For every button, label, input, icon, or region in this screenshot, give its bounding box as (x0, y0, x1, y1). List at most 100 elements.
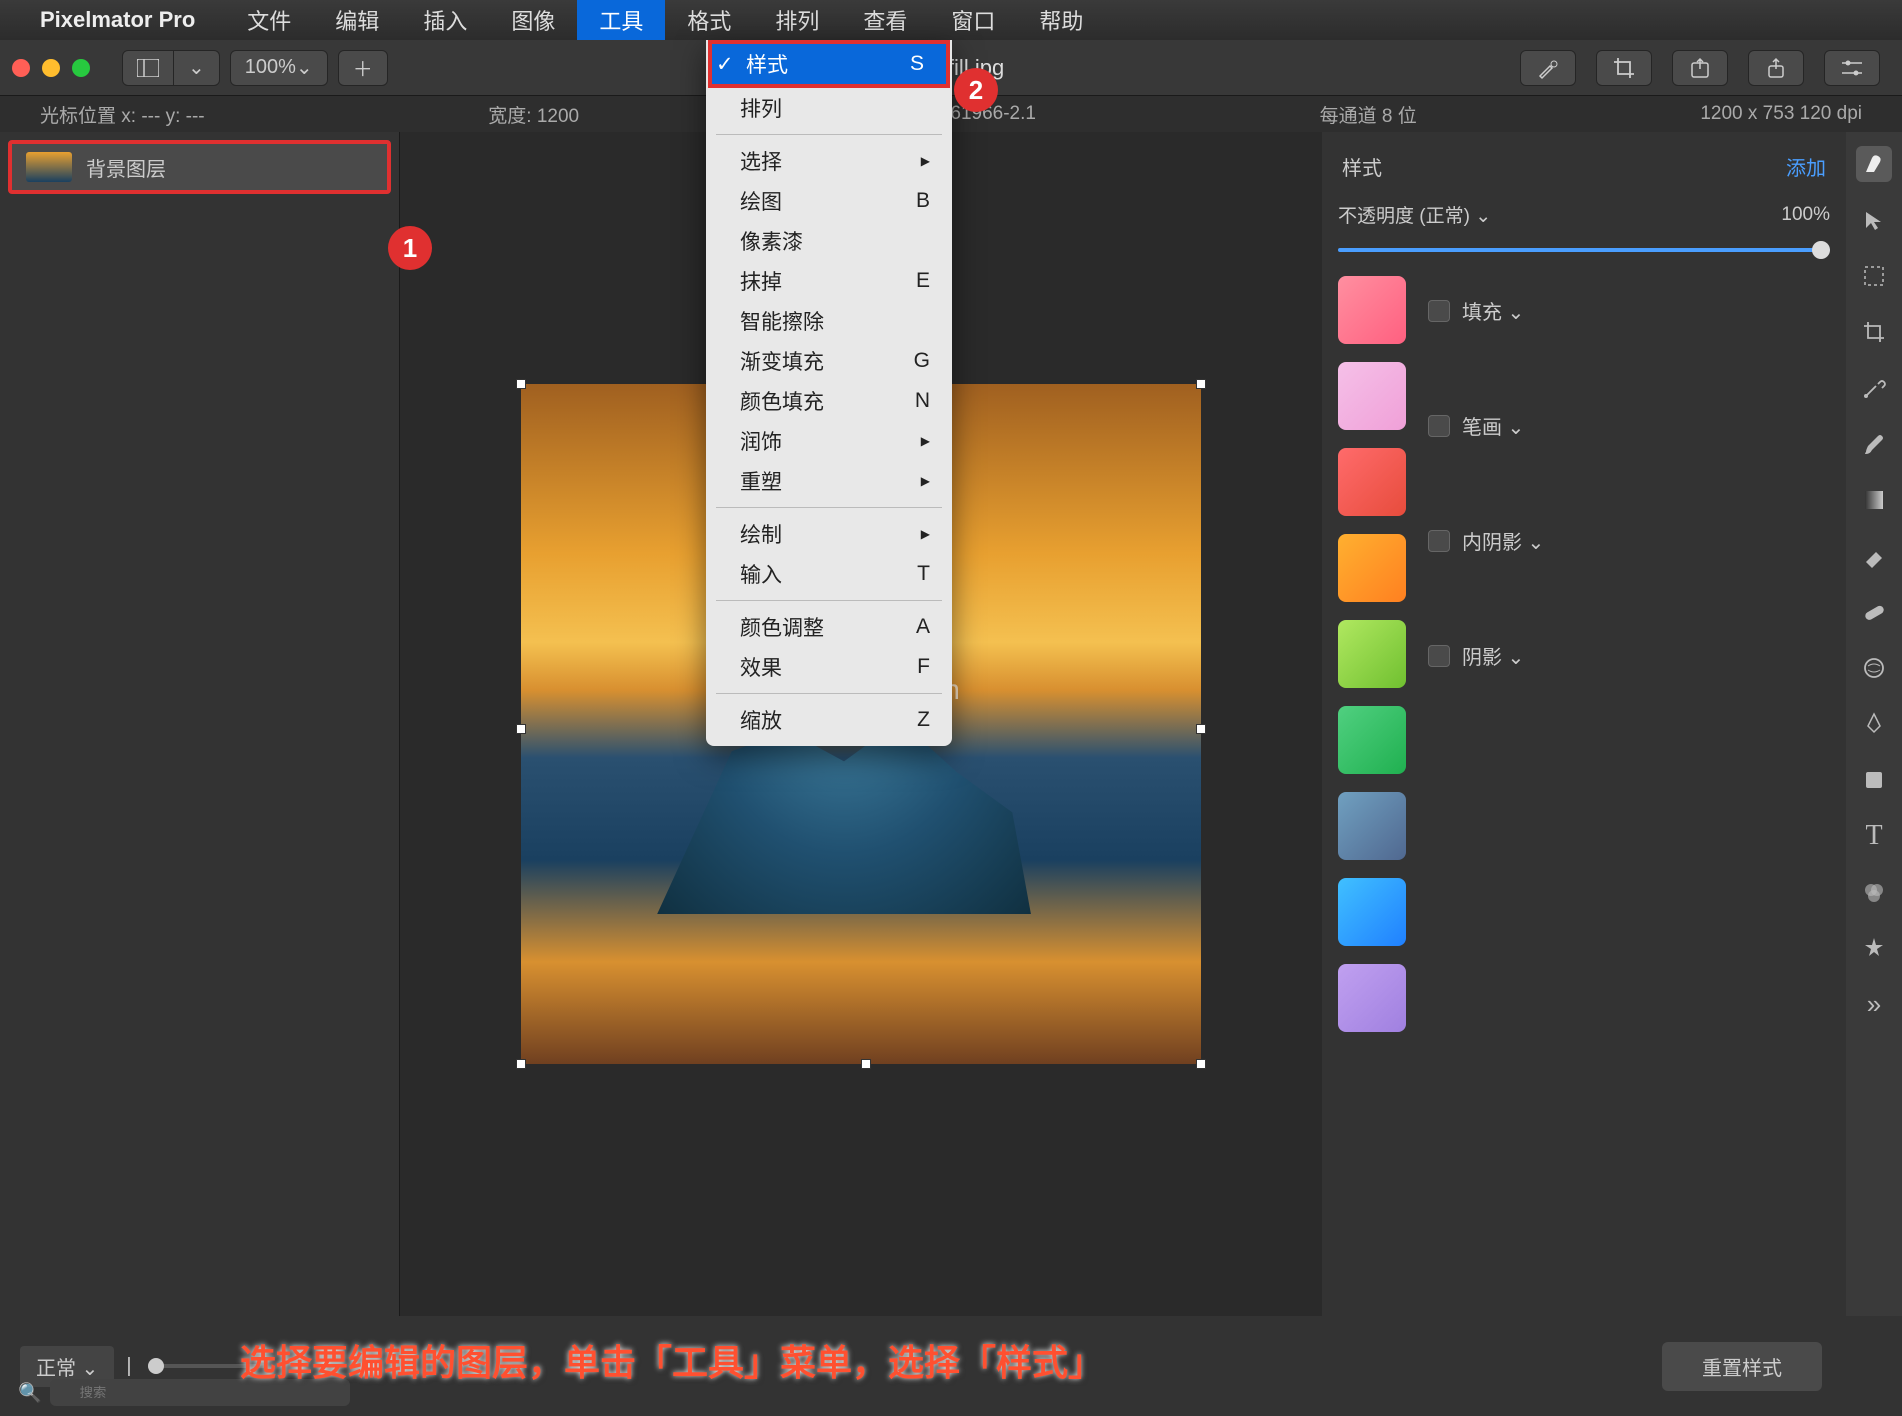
add-button[interactable]: ＋ (338, 50, 388, 86)
dropdown-item[interactable]: 抹掉E (706, 261, 952, 301)
selection-handle[interactable] (1196, 1059, 1206, 1069)
bottom-bar: 正常 ⌄ | 重置样式 🔍 选择要编辑的图层，单击「工具」菜单，选择「样式」 (0, 1316, 1902, 1416)
eyedropper-tool-icon[interactable] (1856, 370, 1892, 406)
zoom-select[interactable]: 100% ⌄ (230, 50, 328, 86)
layers-panel: 背景图层 (0, 132, 400, 1316)
menu-view[interactable]: 查看 (841, 0, 929, 42)
menu-help[interactable]: 帮助 (1017, 0, 1105, 42)
menu-format[interactable]: 格式 (665, 0, 753, 42)
style-swatch[interactable] (1338, 792, 1406, 860)
style-check-row[interactable]: 内阴影 ⌄ (1428, 526, 1830, 555)
selection-handle[interactable] (1196, 379, 1206, 389)
styles-add-button[interactable]: 添加 (1786, 152, 1826, 181)
eraser-tool-icon[interactable] (1856, 538, 1892, 574)
dropdown-item[interactable]: 缩放Z (706, 700, 952, 740)
color-adjust-tool-icon[interactable] (1856, 874, 1892, 910)
minimize-window-button[interactable] (42, 59, 60, 77)
selection-handle[interactable] (861, 1059, 871, 1069)
tools-dropdown: ✓样式S排列选择绘图B像素漆抹掉E智能擦除渐变填充G颜色填充N润饰重塑绘制输入T… (706, 40, 952, 746)
arrow-tool-icon[interactable] (1856, 202, 1892, 238)
dropdown-item[interactable]: 绘图B (706, 181, 952, 221)
checkbox[interactable] (1428, 415, 1450, 437)
close-window-button[interactable] (12, 59, 30, 77)
text-tool-icon[interactable]: T (1856, 818, 1892, 854)
more-tools-icon[interactable]: » (1856, 986, 1892, 1022)
selection-handle[interactable] (516, 379, 526, 389)
menu-edit[interactable]: 编辑 (313, 0, 401, 42)
layer-name: 背景图层 (86, 153, 166, 182)
window-controls (12, 59, 90, 77)
sidebar-toggle-button[interactable] (122, 50, 174, 86)
opacity-label[interactable]: 不透明度 (正常) ⌄ (1338, 201, 1491, 228)
effects-tool-icon[interactable] (1856, 930, 1892, 966)
dropdown-item[interactable]: 渐变填充G (706, 341, 952, 381)
menu-arrange[interactable]: 排列 (753, 0, 841, 42)
fullscreen-window-button[interactable] (72, 59, 90, 77)
sidebar-dropdown-button[interactable]: ⌄ (174, 50, 220, 86)
menu-window[interactable]: 窗口 (929, 0, 1017, 42)
style-check-row[interactable]: 笔画 ⌄ (1428, 411, 1830, 440)
check-label: 填充 ⌄ (1462, 296, 1524, 325)
bit-depth: 每通道 8 位 (1320, 101, 1417, 128)
selection-handle[interactable] (1196, 724, 1206, 734)
pen-tool-icon[interactable] (1856, 706, 1892, 742)
cursor-position: 光标位置 x: --- y: --- (40, 101, 205, 128)
selection-handle[interactable] (516, 1059, 526, 1069)
colorpicker-tool-button[interactable] (1520, 50, 1576, 86)
slider-thumb[interactable] (1812, 241, 1830, 259)
warp-tool-icon[interactable] (1856, 650, 1892, 686)
dropdown-item[interactable]: ✓样式S (708, 40, 950, 88)
app-name[interactable]: Pixelmator Pro (40, 7, 195, 33)
divider: | (126, 1355, 131, 1378)
dropdown-item[interactable]: 重塑 (706, 461, 952, 501)
dropdown-item[interactable]: 排列 (706, 88, 952, 128)
checkbox[interactable] (1428, 300, 1450, 322)
style-swatch[interactable] (1338, 362, 1406, 430)
dropdown-item[interactable]: 颜色填充N (706, 381, 952, 421)
selection-handle[interactable] (516, 724, 526, 734)
style-swatch[interactable] (1338, 964, 1406, 1032)
checkbox[interactable] (1428, 645, 1450, 667)
share-button[interactable] (1748, 50, 1804, 86)
crop-tool-button[interactable] (1596, 50, 1652, 86)
style-tool-icon[interactable] (1856, 146, 1892, 182)
heal-tool-icon[interactable] (1856, 594, 1892, 630)
style-swatch[interactable] (1338, 706, 1406, 774)
check-label: 阴影 ⌄ (1462, 641, 1524, 670)
dropdown-item[interactable]: 效果F (706, 647, 952, 687)
brush-tool-icon[interactable] (1856, 426, 1892, 462)
gradient-tool-icon[interactable] (1856, 482, 1892, 518)
marquee-tool-icon[interactable] (1856, 258, 1892, 294)
settings-button[interactable] (1824, 50, 1880, 86)
style-check-row[interactable]: 阴影 ⌄ (1428, 641, 1830, 670)
right-panel: 样式 添加 不透明度 (正常) ⌄ 100% 填充 ⌄笔画 ⌄内阴影 ⌄阴影 ⌄ (1322, 132, 1902, 1316)
style-swatch[interactable] (1338, 448, 1406, 516)
style-swatch[interactable] (1338, 878, 1406, 946)
crop-tool-icon[interactable] (1856, 314, 1892, 350)
layer-row[interactable]: 背景图层 (8, 140, 391, 194)
opacity-slider[interactable] (1338, 248, 1830, 252)
checkbox[interactable] (1428, 530, 1450, 552)
export-button[interactable] (1672, 50, 1728, 86)
shape-tool-icon[interactable] (1856, 762, 1892, 798)
dropdown-item[interactable]: 绘制 (706, 514, 952, 554)
dropdown-item[interactable]: 智能擦除 (706, 301, 952, 341)
instruction-caption: 选择要编辑的图层，单击「工具」菜单，选择「样式」 (240, 1334, 1104, 1386)
dropdown-item[interactable]: 润饰 (706, 421, 952, 461)
menu-image[interactable]: 图像 (489, 0, 577, 42)
reset-styles-button[interactable]: 重置样式 (1662, 1342, 1822, 1391)
menu-separator (716, 600, 942, 601)
menu-insert[interactable]: 插入 (401, 0, 489, 42)
dropdown-item[interactable]: 输入T (706, 554, 952, 594)
menu-separator (716, 507, 942, 508)
menu-tools[interactable]: 工具 (577, 0, 665, 42)
style-swatch[interactable] (1338, 276, 1406, 344)
dropdown-item[interactable]: 颜色调整A (706, 607, 952, 647)
style-check-row[interactable]: 填充 ⌄ (1428, 296, 1830, 325)
style-swatch[interactable] (1338, 620, 1406, 688)
dropdown-item[interactable]: 像素漆 (706, 221, 952, 261)
check-label: 内阴影 ⌄ (1462, 526, 1544, 555)
dropdown-item[interactable]: 选择 (706, 141, 952, 181)
menu-file[interactable]: 文件 (225, 0, 313, 42)
style-swatch[interactable] (1338, 534, 1406, 602)
